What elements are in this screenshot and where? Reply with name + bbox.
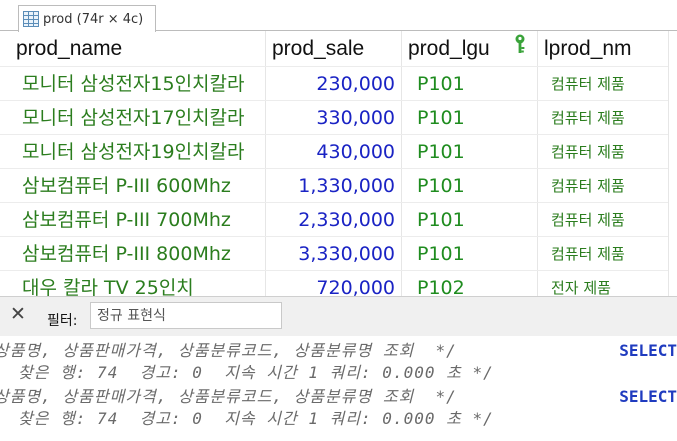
primary-key-icon — [515, 34, 525, 53]
cell-lprod-nm[interactable]: 컴퓨터 제품 — [537, 101, 668, 135]
query-log[interactable]: 상품명, 상품판매가격, 상품분류코드, 상품분류명 조회 */ SELECT … — [0, 336, 677, 441]
cell-prod-sale[interactable]: 3,330,000 — [265, 237, 401, 271]
table-row[interactable]: 삼보컴퓨터 P-III 600Mhz 1,330,000 P101 컴퓨터 제품 — [0, 169, 677, 203]
filter-bar: ✕ 필터: — [0, 296, 677, 336]
cell-prod-sale[interactable]: 330,000 — [265, 101, 401, 135]
table-grid-icon — [23, 11, 39, 27]
cell-lprod-nm[interactable]: 컴퓨터 제품 — [537, 203, 668, 237]
cell-prod-sale[interactable]: 2,330,000 — [265, 203, 401, 237]
cell-prod-lgu[interactable]: P101 — [401, 237, 537, 271]
log-line: 상품명, 상품판매가격, 상품분류코드, 상품분류명 조회 */ — [0, 387, 457, 406]
cell-prod-name[interactable]: 삼보컴퓨터 P-III 700Mhz — [0, 203, 265, 237]
cell-prod-lgu[interactable]: P101 — [401, 101, 537, 135]
filter-input[interactable] — [90, 302, 282, 329]
column-header-prod-name[interactable]: prod_name — [10, 31, 265, 66]
cell-prod-sale[interactable]: 720,000 — [265, 271, 401, 296]
cell-lprod-nm[interactable]: 컴퓨터 제품 — [537, 237, 668, 271]
cell-prod-lgu[interactable]: P101 — [401, 135, 537, 169]
cell-prod-name[interactable]: 모니터 삼성전자17인치칼라 — [0, 101, 265, 135]
cell-prod-lgu[interactable]: P101 — [401, 67, 537, 101]
tab-title: prod (74r × 4c) — [43, 11, 144, 27]
cell-lprod-nm[interactable]: 컴퓨터 제품 — [537, 135, 668, 169]
log-line: 찾은 행: 74 경고: 0 지속 시간 1 쿼리: 0.000 초 */ — [18, 409, 494, 428]
table-row[interactable]: 모니터 삼성전자19인치칼라 430,000 P101 컴퓨터 제품 — [0, 135, 677, 169]
table-row[interactable]: 모니터 삼성전자15인치칼라 230,000 P101 컴퓨터 제품 — [0, 67, 677, 101]
cell-prod-sale[interactable]: 430,000 — [265, 135, 401, 169]
cell-lprod-nm[interactable]: 컴퓨터 제품 — [537, 169, 668, 203]
cell-prod-lgu[interactable]: P101 — [401, 203, 537, 237]
cell-prod-name[interactable]: 모니터 삼성전자15인치칼라 — [0, 67, 265, 101]
table-row[interactable]: 삼보컴퓨터 P-III 800Mhz 3,330,000 P101 컴퓨터 제품 — [0, 237, 677, 271]
tab-bar: prod (74r × 4c) — [0, 0, 677, 32]
cell-prod-name[interactable]: 모니터 삼성전자19인치칼라 — [0, 135, 265, 169]
cell-prod-name[interactable]: 삼보컴퓨터 P-III 600Mhz — [0, 169, 265, 203]
sql-keyword: SELECT — [615, 386, 677, 408]
sql-keyword: SELECT — [615, 340, 677, 362]
cell-prod-sale[interactable]: 230,000 — [265, 67, 401, 101]
log-line: 상품명, 상품판매가격, 상품분류코드, 상품분류명 조회 */ — [0, 341, 457, 360]
column-header-prod-sale[interactable]: prod_sale — [266, 31, 401, 66]
table-row[interactable]: 삼보컴퓨터 P-III 700Mhz 2,330,000 P101 컴퓨터 제품 — [0, 203, 677, 237]
table-row[interactable]: 대우 칼라 TV 25인치 720,000 P102 전자 제품 — [0, 271, 677, 296]
table-row[interactable]: 모니터 삼성전자17인치칼라 330,000 P101 컴퓨터 제품 — [0, 101, 677, 135]
cell-prod-sale[interactable]: 1,330,000 — [265, 169, 401, 203]
cell-prod-lgu[interactable]: P102 — [401, 271, 537, 296]
cell-prod-lgu[interactable]: P101 — [401, 169, 537, 203]
cell-lprod-nm[interactable]: 컴퓨터 제품 — [537, 67, 668, 101]
filter-label: 필터: — [47, 313, 78, 329]
cell-lprod-nm[interactable]: 전자 제품 — [537, 271, 668, 296]
result-grid[interactable]: prod_name prod_sale prod_lgu lprod_nm 모니… — [0, 31, 677, 296]
tab-prod[interactable]: prod (74r × 4c) — [18, 5, 157, 32]
column-header-lprod-nm[interactable]: lprod_nm — [538, 31, 669, 66]
cell-prod-name[interactable]: 대우 칼라 TV 25인치 — [0, 271, 265, 296]
cell-prod-name[interactable]: 삼보컴퓨터 P-III 800Mhz — [0, 237, 265, 271]
log-line: 찾은 행: 74 경고: 0 지속 시간 1 쿼리: 0.000 초 */ — [18, 363, 494, 382]
close-icon[interactable]: ✕ — [10, 303, 26, 325]
